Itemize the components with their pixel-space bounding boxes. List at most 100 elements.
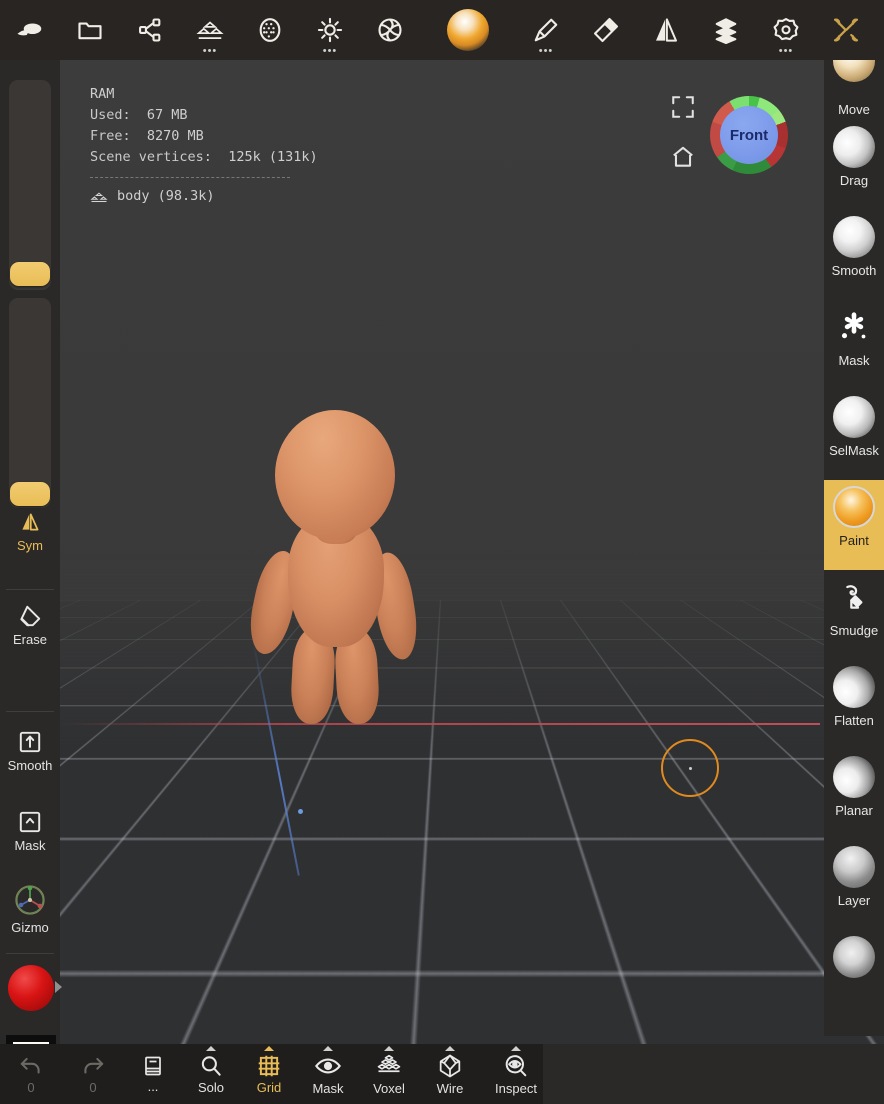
drag-brush-icon [833,126,875,168]
sidebar-item-selmask[interactable]: SelMask [824,390,884,480]
undo-icon [20,1057,40,1074]
ram-free-label: Free: [90,128,131,144]
undo-count: 0 [27,1080,35,1095]
erase-label: Erase [13,632,47,647]
right-sidebar[interactable]: Move Drag Smooth Mask SelMask Paint Smud… [824,60,884,1036]
menu-button[interactable]: ... [124,1044,182,1104]
sidebar-item-smudge[interactable]: Smudge [824,570,884,660]
view-orientation-gizmo[interactable]: Front [710,96,788,174]
sidebar-item-flatten[interactable]: Flatten [824,660,884,750]
mesh-row[interactable]: body (98.3k) [90,186,430,207]
mask-visibility-label: Mask [312,1081,344,1096]
sym-toggle[interactable]: Sym [0,500,60,562]
solo-toggle[interactable]: Solo [182,1044,240,1104]
brush-cursor [661,739,719,797]
material-color-swatch[interactable] [8,965,62,1011]
gizmo-face-label: Front [720,106,778,164]
tools-icon[interactable] [816,0,876,60]
scene-info-panel: RAM Used: 67 MB Free: 8270 MB Scene vert… [90,84,430,207]
smooth-toggle[interactable]: Smooth [0,720,60,782]
sidebar-label-selmask: SelMask [829,443,879,458]
sidebar-label-move: Move [838,102,870,117]
voxel-icon [377,1054,401,1073]
wire-caret-icon [445,1046,455,1051]
layers-icon[interactable] [696,0,756,60]
sidebar-item-move[interactable]: Move [824,60,884,120]
alpha-icon[interactable] [576,0,636,60]
home-icon[interactable] [670,144,696,170]
smooth-brush-icon [833,216,875,258]
undo-button[interactable]: 0 [0,1044,62,1104]
mask-toggle[interactable]: Mask [0,800,60,862]
sidebar-label-smooth: Smooth [831,263,877,278]
sidebar-item-planar[interactable]: Planar [824,750,884,840]
sidebar-item-layer[interactable]: Layer [824,840,884,930]
inspect-toggle[interactable]: Inspect [480,1044,552,1104]
mask-visibility-toggle[interactable]: Mask [298,1044,358,1104]
sidebar-item-mask[interactable]: Mask [824,300,884,390]
symmetry-icon [22,513,39,531]
intensity-slider[interactable] [9,298,51,508]
smudge-brush-icon [833,576,875,618]
topology-icon[interactable]: ••• [180,0,240,60]
selmask-brush-icon [833,396,875,438]
gizmo-icon [13,883,47,917]
brush-sphere-icon[interactable] [420,0,516,60]
grid-label: Grid [256,1080,282,1095]
erase-toggle[interactable]: Erase [0,594,60,656]
radius-slider[interactable] [9,80,51,290]
settings-icon[interactable]: ••• [756,0,816,60]
sidebar-label-layer: Layer [837,893,871,908]
files-icon[interactable] [60,0,120,60]
inspect-icon [505,1055,527,1077]
flatten-brush-icon [833,666,875,708]
left-divider-2 [6,711,54,712]
sidebar-label-paint: Paint [839,533,869,548]
post-process-icon[interactable] [360,0,420,60]
bottom-bar: 0 0 ... Solo Grid Mask Voxel Wire Inspec… [0,1044,884,1104]
scene-graph-icon[interactable] [120,0,180,60]
bottom-toolbar: 0 0 ... Solo Grid Mask Voxel Wire Inspec… [0,1044,543,1104]
solo-label: Solo [197,1080,225,1095]
redo-icon [84,1057,104,1074]
gizmo-toggle[interactable]: Gizmo [0,878,60,940]
sculpt-icon[interactable] [0,0,60,60]
solo-caret-icon [206,1046,216,1051]
voxel-toggle[interactable]: Voxel [358,1044,420,1104]
mesh-icon [90,188,108,206]
sidebar-item-next-partial[interactable] [824,930,884,990]
ram-used-row: Used: 67 MB [90,105,430,126]
voxel-caret-icon [384,1046,394,1051]
mask-caret-icon [323,1046,333,1051]
grid-icon [258,1055,280,1077]
gizmo-label: Gizmo [11,920,49,935]
scene-vertices-label: Scene vertices: [90,149,212,165]
sidebar-item-paint[interactable]: Paint [824,480,884,570]
menu-label: ... [147,1079,159,1094]
list-icon [145,1056,161,1076]
scene-vertices-value: 125k (131k) [228,149,318,165]
wire-toggle[interactable]: Wire [420,1044,480,1104]
mesh-name: body (98.3k) [117,188,215,204]
grid-toggle[interactable]: Grid [240,1044,298,1104]
stroke-icon[interactable]: ••• [516,0,576,60]
redo-count: 0 [89,1080,97,1095]
scene-vertices-row: Scene vertices: 125k (131k) [90,147,430,168]
redo-button[interactable]: 0 [62,1044,124,1104]
sidebar-item-drag[interactable]: Drag [824,120,884,210]
settings-more-dots: ••• [778,45,794,57]
radius-slider-handle[interactable] [10,262,50,286]
ram-title-row: RAM [90,84,430,105]
left-divider-3 [6,953,54,954]
mask-label: Mask [14,838,46,853]
model-body[interactable] [236,402,436,726]
fullscreen-icon[interactable] [670,94,696,120]
ram-free-row: Free: 8270 MB [90,126,430,147]
model-head [275,410,395,540]
material-icon[interactable] [240,0,300,60]
lighting-icon[interactable]: ••• [300,0,360,60]
inspect-label: Inspect [495,1081,537,1096]
symmetry-icon[interactable] [636,0,696,60]
sidebar-item-smooth[interactable]: Smooth [824,210,884,300]
material-swatch-arrow [55,981,62,993]
